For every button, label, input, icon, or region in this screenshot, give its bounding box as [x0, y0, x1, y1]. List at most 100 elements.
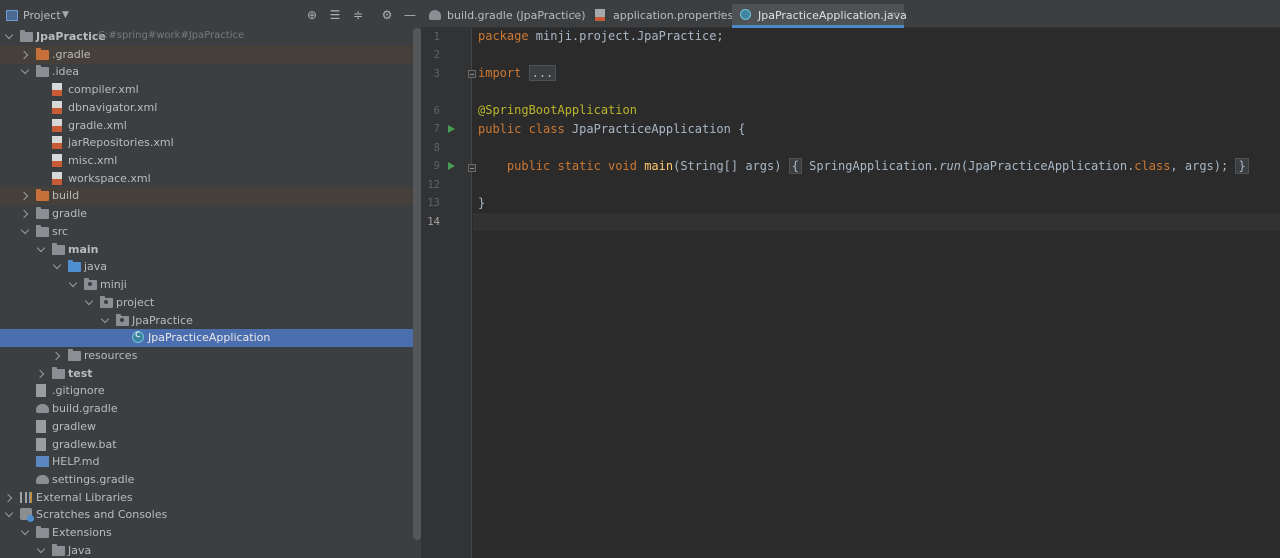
method-fold-close[interactable]: }	[1235, 158, 1249, 174]
tree-item-label: gradle.xml	[68, 118, 127, 132]
tree-item[interactable]: gradlew	[0, 418, 413, 436]
chevron-right-icon[interactable]	[20, 49, 30, 61]
chevron-down-icon[interactable]	[36, 244, 46, 256]
chevron-right-icon[interactable]	[4, 492, 14, 504]
java-class-icon	[740, 9, 751, 20]
editor-tab[interactable]: application.properties ×	[587, 4, 733, 28]
tree-item-label: build.gradle	[52, 402, 118, 416]
editor-tab[interactable]: build.gradle (JpaPractice) ×	[421, 4, 586, 28]
markdown-file-icon	[36, 456, 49, 468]
chevron-down-icon[interactable]	[4, 509, 14, 521]
gradle-file-icon	[36, 404, 49, 414]
line-number: 7	[433, 123, 440, 135]
tree-item-label: gradlew.bat	[52, 437, 117, 451]
text-file-icon	[36, 384, 46, 398]
tree-item[interactable]: jarRepositories.xml	[0, 134, 413, 152]
tree-item[interactable]: gradlew.bat	[0, 436, 413, 454]
tree-item[interactable]: main	[0, 241, 413, 259]
tree-item[interactable]: build.gradle	[0, 400, 413, 418]
tree-item-label: workspace.xml	[68, 171, 151, 185]
chevron-down-icon[interactable]: ▼	[62, 10, 69, 20]
chevron-down-icon[interactable]	[20, 527, 30, 539]
tree-item[interactable]: resources	[0, 347, 413, 365]
chevron-right-icon[interactable]	[20, 190, 30, 202]
tree-item[interactable]: JpaPractice	[0, 312, 413, 330]
tree-item-label: jarRepositories.xml	[68, 136, 174, 150]
locate-file-icon[interactable]: ⊕	[304, 7, 320, 23]
tree-item[interactable]: .gitignore	[0, 382, 413, 400]
code-line-3: import ...	[478, 65, 557, 81]
tree-item[interactable]: minji	[0, 276, 413, 294]
chevron-down-icon[interactable]	[20, 66, 30, 78]
chevron-right-icon[interactable]	[20, 208, 30, 220]
chevron-right-icon[interactable]	[52, 350, 62, 362]
collapse-all-icon[interactable]: ≑	[350, 7, 366, 23]
tree-item[interactable]: Scratches and Consoles	[0, 506, 413, 524]
tree-item-label: .gradle	[52, 47, 91, 61]
hide-panel-icon[interactable]: —	[402, 7, 418, 23]
tree-item[interactable]: Java	[0, 542, 413, 558]
chevron-right-icon[interactable]	[36, 368, 46, 380]
folder-source-icon	[68, 260, 81, 273]
code-line-9: public static void main(String[] args) {…	[478, 158, 1249, 174]
project-view-selector[interactable]: Project	[23, 9, 61, 22]
expand-all-icon[interactable]: ☰	[327, 7, 343, 23]
tree-item[interactable]: src	[0, 223, 413, 241]
method-fold-open[interactable]: {	[788, 158, 802, 174]
chevron-down-icon[interactable]	[4, 31, 14, 43]
chevron-down-icon[interactable]	[84, 297, 94, 309]
project-view-icon	[6, 10, 18, 21]
tree-item[interactable]: compiler.xml	[0, 81, 413, 99]
close-icon[interactable]: ×	[716, 8, 725, 21]
chevron-down-icon[interactable]	[52, 261, 62, 273]
chevron-down-icon[interactable]	[20, 226, 30, 238]
close-icon[interactable]: ×	[571, 8, 580, 21]
tree-item[interactable]: workspace.xml	[0, 170, 413, 188]
text-file-icon	[36, 419, 46, 433]
gradle-file-icon	[429, 10, 441, 20]
chevron-down-icon[interactable]	[68, 279, 78, 291]
tree-item[interactable]: java	[0, 258, 413, 276]
tree-item-label: JpaPracticeApplication	[148, 331, 271, 345]
tree-item[interactable]: test	[0, 365, 413, 383]
package-icon	[116, 313, 129, 326]
folder-module-icon	[20, 30, 33, 42]
tree-item[interactable]: External Libraries	[0, 489, 413, 507]
code-area[interactable]: package minji.project.JpaPractice; impor…	[473, 28, 1280, 558]
tree-item[interactable]: Extensions	[0, 524, 413, 542]
tree-item-label: .gitignore	[52, 384, 105, 398]
libraries-icon	[20, 491, 32, 503]
tree-item[interactable]: .gradle	[0, 45, 413, 64]
tree-item-label: settings.gradle	[52, 473, 135, 486]
tree-item[interactable]: misc.xml	[0, 152, 413, 170]
tree-item[interactable]: gradle.xml	[0, 117, 413, 135]
line-number: 9	[433, 160, 440, 172]
tree-item[interactable]: .idea	[0, 63, 413, 81]
gear-icon[interactable]: ⚙	[379, 7, 395, 23]
tree-item-label: minji	[100, 278, 127, 292]
tree-item[interactable]: gradle	[0, 205, 413, 223]
code-editor: build.gradle (JpaPractice) × application.p…	[421, 0, 1280, 558]
line-number: 1	[433, 31, 440, 43]
editor-tab[interactable]: JpaPracticeApplication.java ×	[732, 4, 907, 28]
current-line-highlight	[473, 213, 1280, 231]
code-line-1: package minji.project.JpaPractice;	[478, 29, 724, 43]
tree-item-label: build	[52, 189, 80, 203]
tree-item[interactable]: project	[0, 294, 413, 312]
run-class-icon[interactable]	[448, 125, 455, 133]
chevron-down-icon[interactable]	[36, 545, 46, 557]
close-icon[interactable]: ×	[890, 8, 899, 21]
editor-tab-label: build.gradle (JpaPractice)	[447, 9, 586, 22]
chevron-down-icon[interactable]	[100, 315, 110, 327]
project-tree-scrollbar[interactable]	[413, 28, 421, 540]
tree-item[interactable]: HELP.md	[0, 453, 413, 471]
tree-item[interactable]: dbnavigator.xml	[0, 99, 413, 117]
run-main-icon[interactable]	[448, 162, 455, 170]
tree-item[interactable]: JpaPracticeApplication	[0, 329, 413, 348]
tree-item[interactable]: JpaPractice C:#spring#work#JpaPractice	[0, 28, 413, 46]
folder-icon	[36, 207, 49, 220]
tree-item[interactable]: build	[0, 187, 413, 206]
import-fold-placeholder[interactable]: ...	[528, 65, 557, 81]
properties-file-icon	[595, 9, 605, 21]
tree-item[interactable]: settings.gradle	[0, 471, 413, 489]
